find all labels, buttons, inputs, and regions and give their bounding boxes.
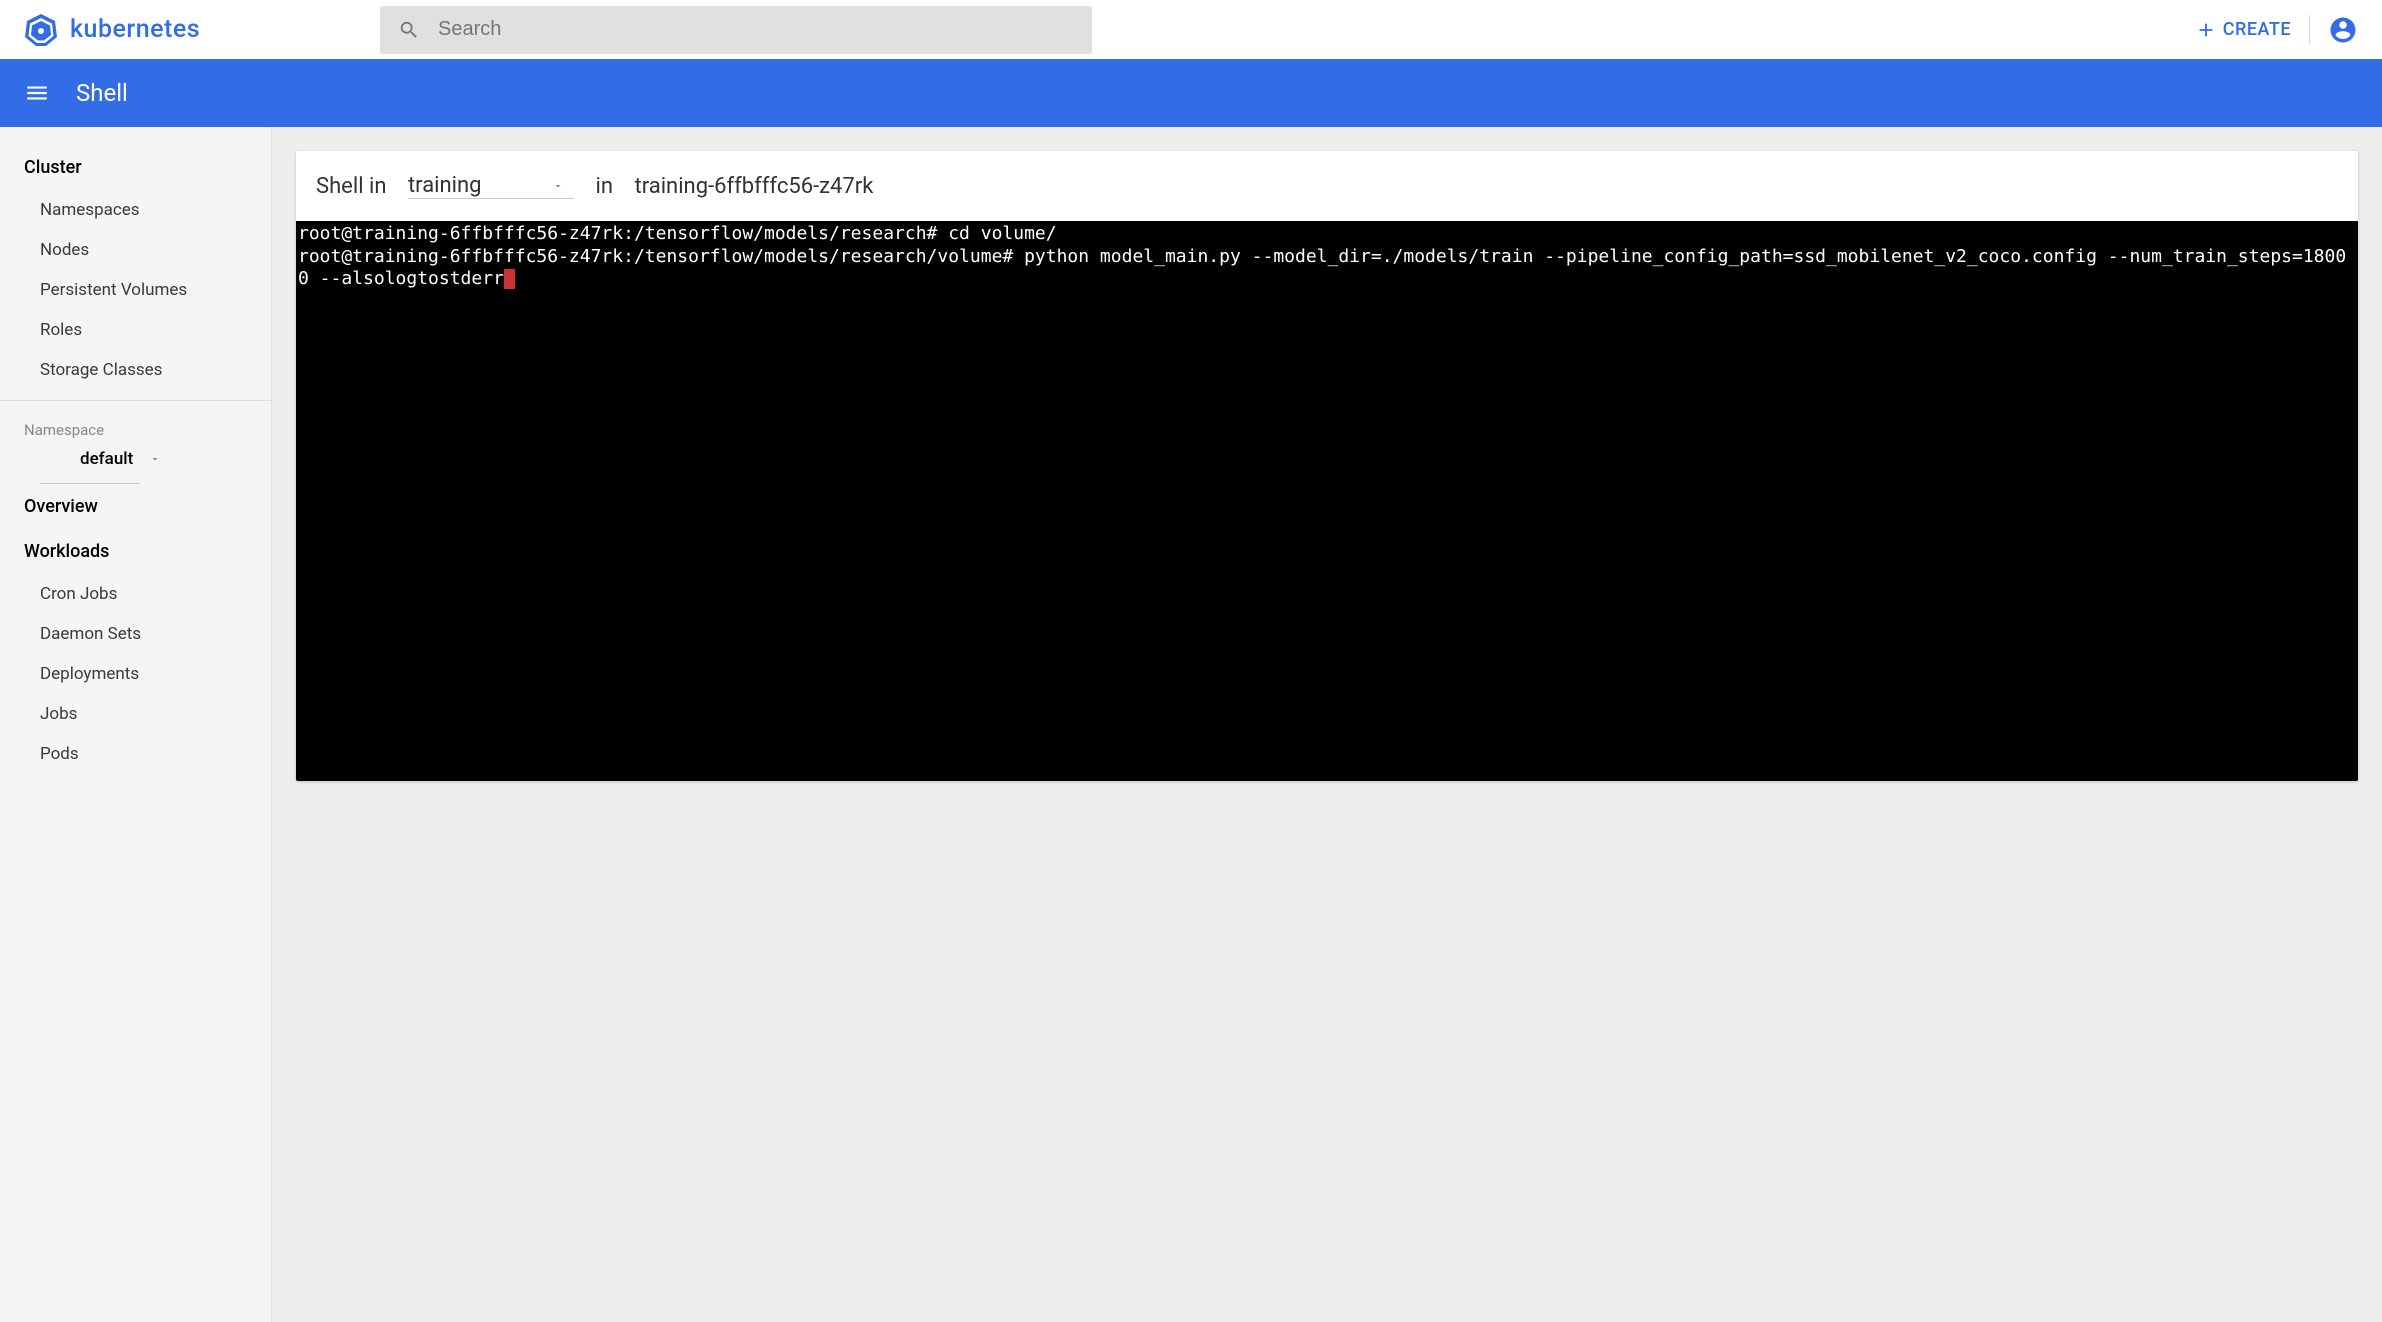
create-label: CREATE	[2223, 19, 2291, 40]
sidebar-divider	[0, 400, 271, 401]
actionbar-title: Shell	[76, 79, 128, 107]
terminal[interactable]: root@training-6ffbfffc56-z47rk:/tensorfl…	[296, 221, 2358, 781]
shell-card: Shell in training in training-6ffbfffc56…	[296, 151, 2358, 781]
sidebar-item-deployments[interactable]: Deployments	[0, 654, 271, 694]
search-box[interactable]	[380, 6, 1092, 54]
sidebar-item-namespaces[interactable]: Namespaces	[0, 190, 271, 230]
search-icon	[398, 19, 420, 41]
terminal-text: root@training-6ffbfffc56-z47rk:/tensorfl…	[298, 223, 2346, 289]
workloads-list: Cron Jobs Daemon Sets Deployments Jobs P…	[0, 574, 271, 774]
overview-label[interactable]: Overview	[0, 484, 271, 529]
menu-icon[interactable]	[24, 80, 50, 106]
account-icon[interactable]	[2328, 15, 2358, 45]
sidebar-item-persistent-volumes[interactable]: Persistent Volumes	[0, 270, 271, 310]
sidebar-item-storage-classes[interactable]: Storage Classes	[0, 350, 271, 390]
search-input[interactable]	[438, 18, 1074, 41]
topbar-right: CREATE	[2195, 15, 2358, 45]
workloads-label[interactable]: Workloads	[0, 529, 271, 574]
shell-prefix: Shell in	[316, 174, 387, 199]
kubernetes-logo-icon	[24, 13, 58, 47]
vertical-divider	[2309, 15, 2310, 45]
cluster-list: Namespaces Nodes Persistent Volumes Role…	[0, 190, 271, 390]
container-select[interactable]: training	[408, 173, 574, 199]
sidebar-item-roles[interactable]: Roles	[0, 310, 271, 350]
sidebar: Cluster Namespaces Nodes Persistent Volu…	[0, 127, 272, 1322]
terminal-cursor	[504, 269, 515, 289]
sidebar-item-daemon-sets[interactable]: Daemon Sets	[0, 614, 271, 654]
sidebar-item-nodes[interactable]: Nodes	[0, 230, 271, 270]
namespace-label: Namespace	[0, 411, 271, 443]
namespace-select[interactable]: default	[40, 443, 140, 484]
cluster-label[interactable]: Cluster	[0, 145, 271, 190]
in-label: in	[596, 174, 614, 199]
dropdown-icon	[552, 180, 564, 192]
plus-icon	[2195, 19, 2217, 41]
shell-header: Shell in training in training-6ffbfffc56…	[296, 151, 2358, 221]
brand: kubernetes	[24, 13, 380, 47]
sidebar-item-cron-jobs[interactable]: Cron Jobs	[0, 574, 271, 614]
actionbar: Shell	[0, 59, 2382, 127]
sidebar-item-jobs[interactable]: Jobs	[0, 694, 271, 734]
dropdown-icon	[149, 453, 161, 465]
container-name: training	[408, 173, 482, 198]
create-button[interactable]: CREATE	[2195, 19, 2291, 41]
pod-name: training-6ffbfffc56-z47rk	[635, 174, 874, 199]
sidebar-item-pods[interactable]: Pods	[0, 734, 271, 774]
brand-name: kubernetes	[70, 15, 200, 44]
namespace-value: default	[80, 449, 133, 469]
content: Shell in training in training-6ffbfffc56…	[272, 127, 2382, 1322]
topbar: kubernetes CREATE	[0, 0, 2382, 59]
